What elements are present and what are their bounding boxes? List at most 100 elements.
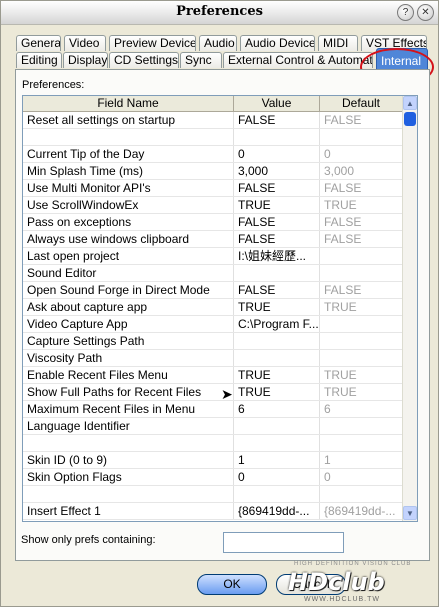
value-cell[interactable]: 0 bbox=[234, 146, 320, 162]
value-cell[interactable]: FALSE bbox=[234, 112, 320, 128]
field-name-cell: Video Capture App bbox=[23, 316, 234, 332]
watermark-tagline: HIGH DEFINITION VISION CLUB bbox=[294, 561, 412, 567]
value-cell[interactable]: 1 bbox=[234, 452, 320, 468]
tab-external-control[interactable]: External Control & Automation bbox=[223, 52, 373, 68]
value-cell[interactable] bbox=[234, 265, 320, 281]
value-cell[interactable]: 0 bbox=[234, 469, 320, 485]
column-header-field-name[interactable]: Field Name bbox=[23, 96, 234, 111]
field-name-cell: Capture Settings Path bbox=[23, 333, 234, 349]
value-cell[interactable]: FALSE bbox=[234, 180, 320, 196]
ok-button[interactable]: OK bbox=[197, 574, 267, 595]
tab-general[interactable]: General bbox=[16, 35, 61, 51]
field-name-cell: Language Identifier bbox=[23, 418, 234, 434]
field-name-cell: Last open project bbox=[23, 248, 234, 264]
value-cell[interactable]: TRUE bbox=[234, 367, 320, 383]
table-row[interactable]: Viscosity Path bbox=[23, 350, 403, 367]
value-cell[interactable] bbox=[234, 435, 320, 451]
default-cell bbox=[320, 316, 403, 332]
field-name-cell: Enable Recent Files Menu bbox=[23, 367, 234, 383]
field-name-cell: Skin Option Flags bbox=[23, 469, 234, 485]
value-cell[interactable]: I:\姐妹經歷... bbox=[234, 248, 320, 264]
close-button[interactable]: ✕ bbox=[417, 4, 434, 21]
watermark-text: HDclub bbox=[288, 568, 385, 596]
tab-cd-settings[interactable]: CD Settings bbox=[109, 52, 179, 68]
table-row[interactable]: Insert Effect 1 {869419dd-... {869419dd-..… bbox=[23, 503, 403, 520]
value-cell[interactable] bbox=[234, 129, 320, 145]
grid-header: Field Name Value Default bbox=[23, 96, 403, 112]
default-cell bbox=[320, 248, 403, 264]
value-cell[interactable] bbox=[234, 418, 320, 434]
value-cell[interactable]: TRUE bbox=[234, 197, 320, 213]
table-row[interactable]: Last open project I:\姐妹經歷... bbox=[23, 248, 403, 265]
tab-display[interactable]: Display bbox=[63, 52, 108, 68]
default-cell: TRUE bbox=[320, 197, 403, 213]
field-name-cell bbox=[23, 435, 234, 451]
table-row[interactable]: Skin Option Flags 0 0 bbox=[23, 469, 403, 486]
title-bar: Preferences ? ✕ bbox=[1, 1, 438, 25]
tab-audio[interactable]: Audio bbox=[199, 35, 237, 51]
table-row[interactable]: Min Splash Time (ms) 3,000 3,000 bbox=[23, 163, 403, 180]
field-name-cell: Viscosity Path bbox=[23, 350, 234, 366]
help-button[interactable]: ? bbox=[397, 4, 414, 21]
value-cell[interactable] bbox=[234, 333, 320, 349]
scroll-down-icon[interactable]: ▼ bbox=[403, 506, 417, 520]
table-row[interactable]: Skin ID (0 to 9) 1 1 bbox=[23, 452, 403, 469]
table-row[interactable]: Video Capture App C:\Program F... bbox=[23, 316, 403, 333]
scroll-up-icon[interactable]: ▲ bbox=[403, 96, 417, 110]
table-row[interactable] bbox=[23, 486, 403, 503]
mouse-cursor-icon: ➤ bbox=[221, 386, 233, 402]
value-cell[interactable]: 6 bbox=[234, 401, 320, 417]
table-row[interactable]: Pass on exceptions FALSE FALSE bbox=[23, 214, 403, 231]
default-cell bbox=[320, 486, 403, 502]
default-cell: 0 bbox=[320, 469, 403, 485]
table-row[interactable]: Maximum Recent Files in Menu 6 6 bbox=[23, 401, 403, 418]
value-cell[interactable] bbox=[234, 486, 320, 502]
table-row[interactable] bbox=[23, 435, 403, 452]
tab-video[interactable]: Video bbox=[64, 35, 106, 51]
table-row[interactable]: Open Sound Forge in Direct Mode FALSE FALS… bbox=[23, 282, 403, 299]
table-row[interactable]: Current Tip of the Day 0 0 bbox=[23, 146, 403, 163]
column-header-value[interactable]: Value bbox=[234, 96, 320, 111]
table-row[interactable]: Reset all settings on startup FALSE FALSE bbox=[23, 112, 403, 129]
tab-preview-device[interactable]: Preview Device bbox=[109, 35, 196, 51]
value-cell[interactable]: TRUE bbox=[234, 384, 320, 400]
value-cell[interactable]: TRUE bbox=[234, 299, 320, 315]
table-row[interactable]: Use Multi Monitor API's FALSE FALSE bbox=[23, 180, 403, 197]
field-name-cell bbox=[23, 486, 234, 502]
field-name-cell: Show Full Paths for Recent Files bbox=[23, 384, 234, 400]
tab-midi[interactable]: MIDI bbox=[318, 35, 358, 51]
column-header-default[interactable]: Default bbox=[320, 96, 403, 111]
filter-input[interactable] bbox=[223, 532, 344, 553]
table-row[interactable] bbox=[23, 129, 403, 146]
field-name-cell: Current Tip of the Day bbox=[23, 146, 234, 162]
tab-audio-device[interactable]: Audio Device bbox=[240, 35, 315, 51]
default-cell: {869419dd-... bbox=[320, 503, 403, 519]
table-row[interactable]: Always use windows clipboard FALSE FALSE bbox=[23, 231, 403, 248]
field-name-cell: Open Sound Forge in Direct Mode bbox=[23, 282, 234, 298]
preferences-grid: Field Name Value Default Reset all setti… bbox=[22, 95, 418, 522]
tab-editing[interactable]: Editing bbox=[16, 52, 62, 68]
field-name-cell bbox=[23, 129, 234, 145]
vertical-scrollbar[interactable]: ▲ ▼ bbox=[402, 96, 417, 521]
table-row[interactable]: Show Full Paths for Recent Files TRUE TRUE bbox=[23, 384, 403, 401]
value-cell[interactable]: 3,000 bbox=[234, 163, 320, 179]
table-row[interactable]: Ask about capture app TRUE TRUE bbox=[23, 299, 403, 316]
field-name-cell: Reset all settings on startup bbox=[23, 112, 234, 128]
field-name-cell: Sound Editor bbox=[23, 265, 234, 281]
value-cell[interactable]: FALSE bbox=[234, 231, 320, 247]
value-cell[interactable]: FALSE bbox=[234, 282, 320, 298]
field-name-cell: Use Multi Monitor API's bbox=[23, 180, 234, 196]
table-row[interactable]: Enable Recent Files Menu TRUE TRUE bbox=[23, 367, 403, 384]
table-row[interactable]: Sound Editor bbox=[23, 265, 403, 282]
value-cell[interactable] bbox=[234, 350, 320, 366]
tab-sync[interactable]: Sync bbox=[180, 52, 222, 68]
table-row[interactable]: Use ScrollWindowEx TRUE TRUE bbox=[23, 197, 403, 214]
value-cell[interactable]: C:\Program F... bbox=[234, 316, 320, 332]
value-cell[interactable]: {869419dd-... bbox=[234, 503, 320, 519]
value-cell[interactable]: FALSE bbox=[234, 214, 320, 230]
table-row[interactable]: Language Identifier bbox=[23, 418, 403, 435]
preferences-window: Preferences ? ✕ General Video Preview De… bbox=[0, 0, 439, 607]
table-row[interactable]: Capture Settings Path bbox=[23, 333, 403, 350]
default-cell: FALSE bbox=[320, 231, 403, 247]
scroll-thumb[interactable] bbox=[404, 112, 416, 126]
